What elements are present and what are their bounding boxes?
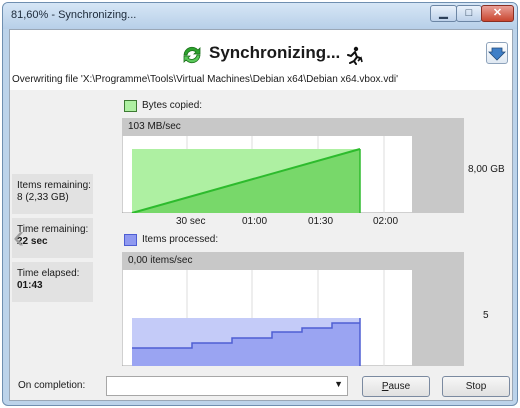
sync-progress-window: 81,60% - Synchronizing... ▁ □ ✕ Synchron…	[2, 2, 518, 406]
dropdown-arrow-icon: ▼	[334, 379, 343, 389]
items-processed-swatch	[124, 234, 137, 246]
bytes-copied-chart	[122, 118, 464, 213]
progress-body: Items remaining: 8 (2,33 GB) Time remain…	[10, 90, 512, 368]
progress-header: Synchronizing... Overwriting file 'X:\Pr…	[10, 30, 512, 90]
maximize-icon: □	[465, 7, 473, 19]
stop-button[interactable]: Stop	[442, 376, 510, 397]
pause-label-rest: ause	[388, 381, 411, 392]
minimize-button[interactable]: ▁	[430, 5, 457, 22]
chevron-left-icon: ‹	[13, 218, 25, 256]
x-tick-30sec: 30 sec	[176, 216, 206, 227]
dialog-client: Synchronizing... Overwriting file 'X:\Pr…	[9, 29, 513, 401]
items-processed-chart	[122, 252, 464, 366]
sync-icon	[183, 46, 201, 64]
maximize-button[interactable]: □	[456, 5, 482, 22]
close-icon: ✕	[492, 7, 503, 19]
time-elapsed-label: Time elapsed:	[17, 268, 80, 279]
close-button[interactable]: ✕	[481, 5, 514, 22]
bytes-copied-swatch	[124, 100, 137, 112]
items-processed-rate: 0,00 items/sec	[128, 255, 193, 266]
items-remaining-box: Items remaining: 8 (2,33 GB)	[12, 174, 93, 214]
x-tick-0130: 01:30	[308, 216, 334, 227]
bytes-copied-rate: 103 MB/sec	[128, 121, 181, 132]
on-completion-label: On completion:	[18, 380, 86, 391]
minimize-icon: ▁	[439, 7, 448, 19]
titlebar[interactable]: 81,60% - Synchronizing... ▁ □ ✕	[3, 3, 517, 29]
window-title: 81,60% - Synchronizing...	[11, 9, 137, 21]
bytes-copied-legend-label: Bytes copied:	[142, 100, 203, 111]
runner-icon	[347, 46, 363, 65]
x-tick-0200: 02:00	[373, 216, 399, 227]
chevron-down-icon	[488, 47, 506, 61]
bytes-copied-max-label: 8,00 GB	[468, 164, 505, 175]
collapse-button[interactable]	[486, 42, 508, 64]
items-processed-max-label: 5	[483, 310, 489, 321]
items-processed-legend-label: Items processed:	[142, 234, 219, 245]
current-operation: Overwriting file 'X:\Programme\Tools\Vir…	[12, 74, 399, 85]
time-elapsed-value: 01:43	[17, 280, 43, 291]
x-tick-0100: 01:00	[242, 216, 268, 227]
items-processed-remaining-band	[412, 252, 464, 366]
time-remaining-label: Time remaining:	[17, 224, 89, 235]
on-completion-select[interactable]: ▼	[106, 376, 348, 396]
bytes-copied-remaining-band	[412, 118, 464, 213]
page-title: Synchronizing...	[209, 43, 341, 62]
dialog-footer: On completion: ▼ Pause Stop	[10, 368, 512, 400]
time-elapsed-box: Time elapsed: 01:43	[12, 262, 93, 302]
items-remaining-value: 8 (2,33 GB)	[17, 192, 69, 203]
pause-button[interactable]: Pause	[362, 376, 430, 397]
items-remaining-label: Items remaining:	[17, 180, 91, 191]
